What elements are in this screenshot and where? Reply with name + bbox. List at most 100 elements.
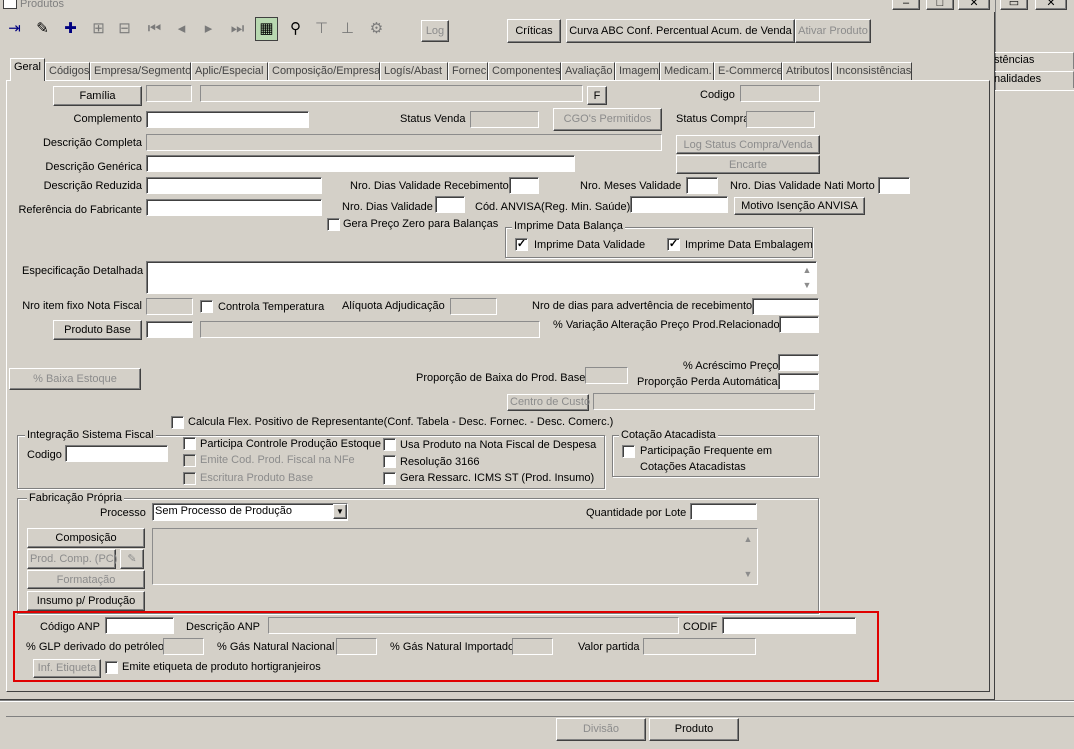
produto-base-code-input[interactable] <box>146 321 193 338</box>
escritura-checkbox[interactable] <box>183 472 196 485</box>
ativar-produto-button[interactable]: Ativar Produto <box>795 19 871 43</box>
especificacao-textarea[interactable]: ▲ ▼ <box>146 261 817 294</box>
tab-codigos[interactable]: Códigos <box>45 62 90 80</box>
glp-field <box>163 638 204 655</box>
prod-comp-button[interactable]: Prod. Comp. (PC) <box>27 549 117 569</box>
bg-tab-2[interactable]: nalidades <box>992 71 1074 88</box>
tab-avaliacao[interactable]: Avaliação <box>561 62 615 80</box>
insumo-button[interactable]: Insumo p/ Produção <box>27 591 145 611</box>
add-icon[interactable]: ✚ <box>59 17 82 41</box>
complemento-input[interactable] <box>146 111 309 128</box>
tab-empresa-segmento[interactable]: Empresa/Segmento <box>90 62 191 80</box>
bg-window-close-button[interactable]: ✕ <box>1035 0 1067 10</box>
nro-meses-validade-input[interactable] <box>686 177 718 194</box>
last-record-icon[interactable]: ⏭ <box>226 17 249 41</box>
tab-atributos[interactable]: Atributos <box>782 62 832 80</box>
tab-medicam[interactable]: Medicam. <box>660 62 714 80</box>
tab-logis-abast[interactable]: Logís/Abast <box>380 62 448 80</box>
quantidade-lote-input[interactable] <box>690 503 757 520</box>
tab-inconsistencias[interactable]: Inconsistências <box>832 62 912 80</box>
bg-window-min-button[interactable]: ▭ <box>1000 0 1028 10</box>
processo-select[interactable]: Sem Processo de Produção ▼ <box>152 503 348 521</box>
imprime-data-balanca-title: Imprime Data Balança <box>512 220 625 233</box>
memo-scroll-down-icon[interactable]: ▼ <box>741 567 755 581</box>
status-compra-field <box>746 111 815 128</box>
tree-icon[interactable]: ⊤ <box>310 17 333 41</box>
scroll-up-icon[interactable]: ▲ <box>800 263 814 277</box>
nro-dias-validade-receb-input[interactable] <box>509 177 539 194</box>
binoculars-icon[interactable]: ⚲ <box>284 17 307 41</box>
first-record-icon[interactable]: ⏮ <box>143 17 166 41</box>
descricao-reduzida-input[interactable] <box>146 177 322 194</box>
f-button[interactable]: F <box>587 86 607 105</box>
delete-row-icon[interactable]: ⊟ <box>113 17 136 41</box>
close-button[interactable]: ✕ <box>958 0 990 10</box>
maximize-button[interactable]: □ <box>926 0 954 10</box>
cod-anvisa-input[interactable] <box>630 196 728 213</box>
gera-preco-zero-checkbox[interactable] <box>327 218 340 231</box>
criticas-button[interactable]: Críticas <box>507 19 561 43</box>
hierarchy-icon[interactable]: ⊥ <box>336 17 359 41</box>
tab-composicao-empresa[interactable]: Composição/Empresa <box>268 62 380 80</box>
nro-dias-nati-morto-input[interactable] <box>878 177 910 194</box>
participacao-frequente-checkbox[interactable] <box>622 445 635 458</box>
composicao-button[interactable]: Composição <box>27 528 145 548</box>
imprime-data-validade-checkbox[interactable]: ✓ <box>515 238 528 251</box>
participa-controle-checkbox[interactable] <box>183 437 196 450</box>
memo-scroll-up-icon[interactable]: ▲ <box>741 532 755 546</box>
nro-dias-validade-input[interactable] <box>435 196 465 213</box>
integracao-codigo-input[interactable] <box>65 445 168 462</box>
cgo-button[interactable]: CGO's Permitidos <box>553 108 662 131</box>
emite-cod-checkbox[interactable] <box>183 454 196 467</box>
next-record-icon[interactable]: ▸ <box>197 17 220 41</box>
inf-etiqueta-button[interactable]: Inf. Etiqueta <box>33 659 101 678</box>
calcula-flex-checkbox[interactable] <box>171 416 184 429</box>
pencil-icon[interactable]: ✎ <box>120 549 144 569</box>
proporcao-perda-input[interactable] <box>778 373 819 390</box>
insert-row-icon[interactable]: ⊞ <box>87 17 110 41</box>
tab-imagem[interactable]: Imagem <box>615 62 660 80</box>
nro-dias-advertencia-input[interactable] <box>752 298 819 315</box>
codif-input[interactable] <box>722 617 856 634</box>
imprime-data-embalagem-label: Imprime Data Embalagem <box>685 239 813 251</box>
controla-temp-label: Controla Temperatura <box>218 301 325 313</box>
edit-icon[interactable]: ✎ <box>31 17 54 41</box>
scroll-down-icon[interactable]: ▼ <box>800 278 814 292</box>
log-status-button[interactable]: Log Status Compra/Venda <box>676 135 820 154</box>
grid-icon[interactable]: ▦ <box>255 17 278 41</box>
minimize-button[interactable]: – <box>892 0 920 10</box>
ref-fabricante-input[interactable] <box>146 199 322 216</box>
resolucao-checkbox[interactable] <box>383 455 396 468</box>
prev-record-icon[interactable]: ◂ <box>170 17 193 41</box>
fabricacao-title: Fabricação Própria <box>27 492 124 505</box>
variacao-preco-input[interactable] <box>779 316 819 333</box>
produto-button[interactable]: Produto <box>649 718 739 741</box>
tab-fornec[interactable]: Fornec <box>448 62 488 80</box>
tab-componentes[interactable]: Componentes <box>488 62 561 80</box>
tab-e-commerce[interactable]: E-Commerce <box>714 62 783 80</box>
emite-etiqueta-checkbox[interactable] <box>105 661 118 674</box>
bg-tab-1[interactable]: stências <box>992 52 1074 69</box>
tab-geral[interactable]: Geral <box>10 58 45 81</box>
divisao-button[interactable]: Divisão <box>556 718 646 741</box>
exit-icon[interactable]: ⇥ <box>3 17 26 41</box>
tab-aplic-especial[interactable]: Aplic/Especial <box>191 62 268 80</box>
formatacao-button[interactable]: Formatação <box>27 570 145 589</box>
descricao-generica-input[interactable] <box>146 155 575 172</box>
gera-ressarc-checkbox[interactable] <box>383 472 396 485</box>
acrescimo-preco-input[interactable] <box>778 354 819 371</box>
familia-button[interactable]: Família <box>53 86 142 106</box>
codigo-anp-input[interactable] <box>105 617 174 634</box>
tools-icon[interactable]: ⚙ <box>365 17 388 41</box>
usa-produto-checkbox[interactable] <box>383 438 396 451</box>
centro-custo-button[interactable]: Centro de Custo <box>507 394 590 411</box>
imprime-data-embalagem-checkbox[interactable]: ✓ <box>667 238 680 251</box>
motivo-anvisa-button[interactable]: Motivo Isenção ANVISA <box>734 197 865 215</box>
controla-temp-checkbox[interactable] <box>200 300 213 313</box>
chevron-down-icon[interactable]: ▼ <box>333 504 347 519</box>
produto-base-button[interactable]: Produto Base <box>53 320 142 340</box>
curva-abc-button[interactable]: Curva ABC Conf. Percentual Acum. de Vend… <box>566 19 795 43</box>
log-button[interactable]: Log <box>421 20 449 42</box>
encarte-button[interactable]: Encarte <box>676 155 820 174</box>
baixa-estoque-button[interactable]: % Baixa Estoque <box>9 368 141 390</box>
